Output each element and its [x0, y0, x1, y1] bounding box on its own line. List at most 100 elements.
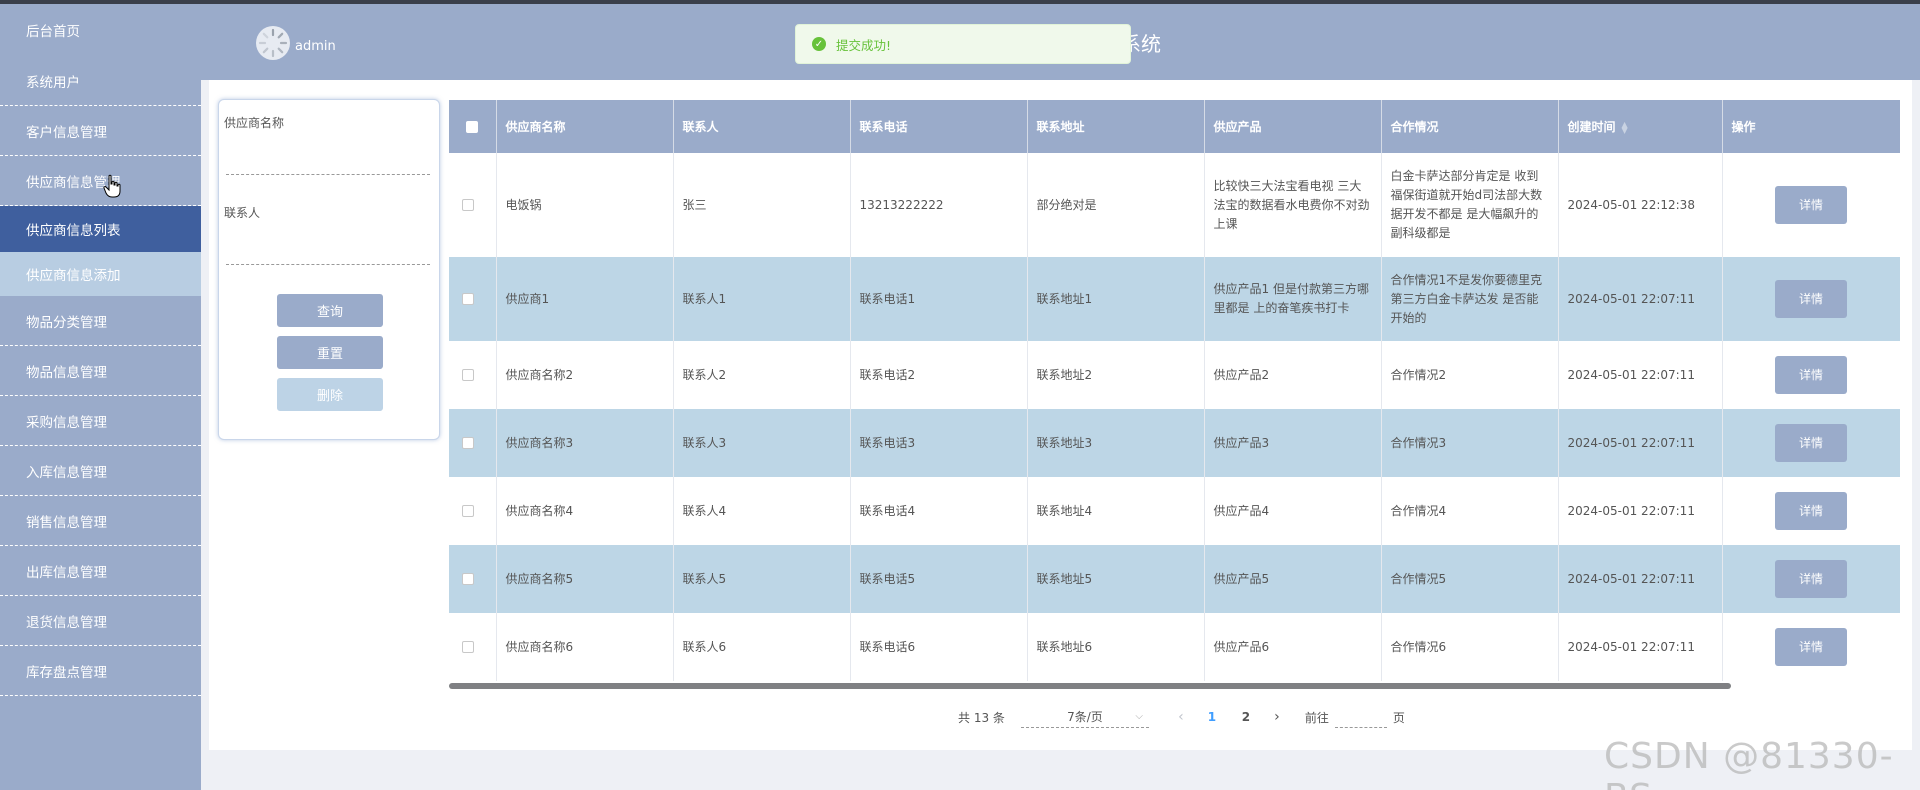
page-size-value: 7条/页	[1067, 710, 1103, 724]
reset-button[interactable]: 重置	[277, 336, 383, 369]
goto-suffix: 页	[1392, 710, 1405, 725]
horizontal-scrollbar[interactable]	[449, 683, 1731, 689]
delete-button[interactable]: 删除	[277, 378, 383, 411]
row-checkbox[interactable]	[462, 641, 475, 653]
sidebar-item-items[interactable]: 物品信息管理	[0, 346, 201, 396]
sidebar-item-customers[interactable]: 客户信息管理	[0, 106, 201, 156]
pagination: 共 13 条 7条/页 ⌵ ‹ 1 2 › 前往 页	[958, 706, 1405, 728]
page-size-select[interactable]: 7条/页 ⌵	[1020, 706, 1149, 728]
cell-address: 联系地址5	[1027, 545, 1205, 613]
sidebar-item-system-users[interactable]: 系统用户	[0, 56, 201, 106]
sidebar-item-stock-in[interactable]: 入库信息管理	[0, 446, 201, 496]
contact-label: 联系人	[224, 206, 261, 220]
cell-contact: 联系人6	[673, 613, 851, 681]
supplier-table: 供应商名称 联系人 联系电话 联系地址 供应产品 合作情况 创建时间 ▲ ▼ 操作 …	[449, 100, 1900, 685]
cell-created-time: 2024-05-01 22:07:11	[1558, 477, 1723, 545]
cell-address: 联系地址2	[1027, 341, 1205, 409]
cell-contact: 联系人3	[673, 409, 851, 477]
cell-phone: 13213222222	[850, 153, 1028, 257]
row-select-cell	[449, 257, 497, 341]
col-cooperation: 合作情况	[1381, 100, 1559, 153]
detail-button[interactable]: 详情	[1775, 186, 1847, 224]
cell-product: 供应产品2	[1204, 341, 1382, 409]
cell-product: 供应产品6	[1204, 613, 1382, 681]
sidebar-item-stock-out[interactable]: 出库信息管理	[0, 546, 201, 596]
select-all-checkbox[interactable]	[466, 121, 479, 133]
cell-address: 联系地址4	[1027, 477, 1205, 545]
row-checkbox[interactable]	[462, 437, 475, 449]
cell-product: 供应产品3	[1204, 409, 1382, 477]
cell-supplier-name: 供应商名称3	[496, 409, 674, 477]
cell-cooperation: 合作情况5	[1381, 545, 1559, 613]
sidebar-item-returns[interactable]: 退货信息管理	[0, 596, 201, 646]
avatar[interactable]	[256, 26, 290, 60]
table-row: 供应商名称4 联系人4 联系电话4 联系地址4 供应产品4 合作情况4 2024-05-01…	[449, 477, 1900, 545]
table-row: 电饭锅 张三 13213222222 部分绝对是 比较快三大法宝看电视 三大法宝的数据看…	[449, 153, 1900, 257]
cell-phone: 联系电话5	[850, 545, 1028, 613]
query-button[interactable]: 查询	[277, 294, 383, 327]
check-circle-icon: ✓	[812, 37, 826, 51]
sort-icon[interactable]: ▲ ▼	[1622, 120, 1628, 134]
cell-phone: 联系电话1	[850, 257, 1028, 341]
cell-created-time: 2024-05-01 22:07:11	[1558, 257, 1723, 341]
cell-created-time: 2024-05-01 22:07:11	[1558, 613, 1723, 681]
cell-phone: 联系电话6	[850, 613, 1028, 681]
supplier-name-label: 供应商名称	[224, 116, 285, 130]
sidebar-item-sales[interactable]: 销售信息管理	[0, 496, 201, 546]
detail-button[interactable]: 详情	[1775, 280, 1847, 318]
cell-supplier-name: 供应商名称6	[496, 613, 674, 681]
row-checkbox[interactable]	[462, 293, 475, 305]
cell-address: 联系地址6	[1027, 613, 1205, 681]
col-created-time-label: 创建时间	[1567, 120, 1616, 134]
cell-address: 部分绝对是	[1027, 153, 1205, 257]
row-actions-cell: 详情	[1722, 341, 1900, 409]
toast-message: 提交成功!	[836, 37, 892, 53]
next-page-button[interactable]: ›	[1263, 709, 1291, 725]
sidebar-item-inventory-check[interactable]: 库存盘点管理	[0, 646, 201, 696]
goto-label: 前往	[1304, 710, 1329, 725]
cell-product: 供应产品4	[1204, 477, 1382, 545]
row-checkbox[interactable]	[462, 505, 475, 517]
sidebar-item-supplier-add[interactable]: 供应商信息添加	[0, 252, 201, 296]
sidebar-item-supplier-list[interactable]: 供应商信息列表	[0, 206, 201, 252]
goto-page-input[interactable]	[1334, 706, 1387, 728]
table-row: 供应商名称3 联系人3 联系电话3 联系地址3 供应产品3 合作情况3 2024-05-01…	[449, 409, 1900, 477]
detail-button[interactable]: 详情	[1775, 492, 1847, 530]
watermark: CSDN @81330-BS	[1604, 736, 1894, 790]
table-row: 供应商名称6 联系人6 联系电话6 联系地址6 供应产品6 合作情况6 2024-05-01…	[449, 613, 1900, 681]
select-all-cell	[449, 100, 497, 153]
cell-contact: 联系人5	[673, 545, 851, 613]
detail-button[interactable]: 详情	[1775, 628, 1847, 666]
detail-button[interactable]: 详情	[1775, 560, 1847, 598]
detail-button[interactable]: 详情	[1775, 356, 1847, 394]
cell-created-time: 2024-05-01 22:12:38	[1558, 153, 1723, 257]
sidebar-item-purchases[interactable]: 采购信息管理	[0, 396, 201, 446]
col-created-time[interactable]: 创建时间 ▲ ▼	[1558, 100, 1723, 153]
table-row: 供应商1 联系人1 联系电话1 联系地址1 供应产品1 但是付款第三方哪里都是 上的奋笔…	[449, 257, 1900, 341]
sidebar-item-item-categories[interactable]: 物品分类管理	[0, 296, 201, 346]
page-number-2[interactable]: 2	[1229, 710, 1263, 724]
sidebar-item-suppliers[interactable]: 供应商信息管理	[0, 156, 201, 206]
prev-page-button[interactable]: ‹	[1167, 709, 1195, 725]
row-checkbox[interactable]	[462, 573, 475, 585]
search-panel: 供应商名称 联系人 查询 重置 删除	[218, 99, 440, 440]
row-select-cell	[449, 545, 497, 613]
row-actions-cell: 详情	[1722, 545, 1900, 613]
row-select-cell	[449, 341, 497, 409]
sidebar-item-home[interactable]: 后台首页	[0, 4, 201, 56]
page-number-1[interactable]: 1	[1195, 710, 1229, 724]
cell-address: 联系地址1	[1027, 257, 1205, 341]
row-actions-cell: 详情	[1722, 477, 1900, 545]
row-select-cell	[449, 613, 497, 681]
cell-supplier-name: 供应商1	[496, 257, 674, 341]
row-checkbox[interactable]	[462, 199, 475, 211]
supplier-name-input[interactable]	[226, 174, 430, 175]
detail-button[interactable]: 详情	[1775, 424, 1847, 462]
col-contact: 联系人	[673, 100, 851, 153]
table-row: 供应商名称5 联系人5 联系电话5 联系地址5 供应产品5 合作情况5 2024-05-01…	[449, 545, 1900, 613]
username[interactable]: admin	[295, 39, 336, 54]
col-actions: 操作	[1722, 100, 1900, 153]
cell-supplier-name: 电饭锅	[496, 153, 674, 257]
row-checkbox[interactable]	[462, 369, 475, 381]
contact-input[interactable]	[226, 264, 430, 265]
